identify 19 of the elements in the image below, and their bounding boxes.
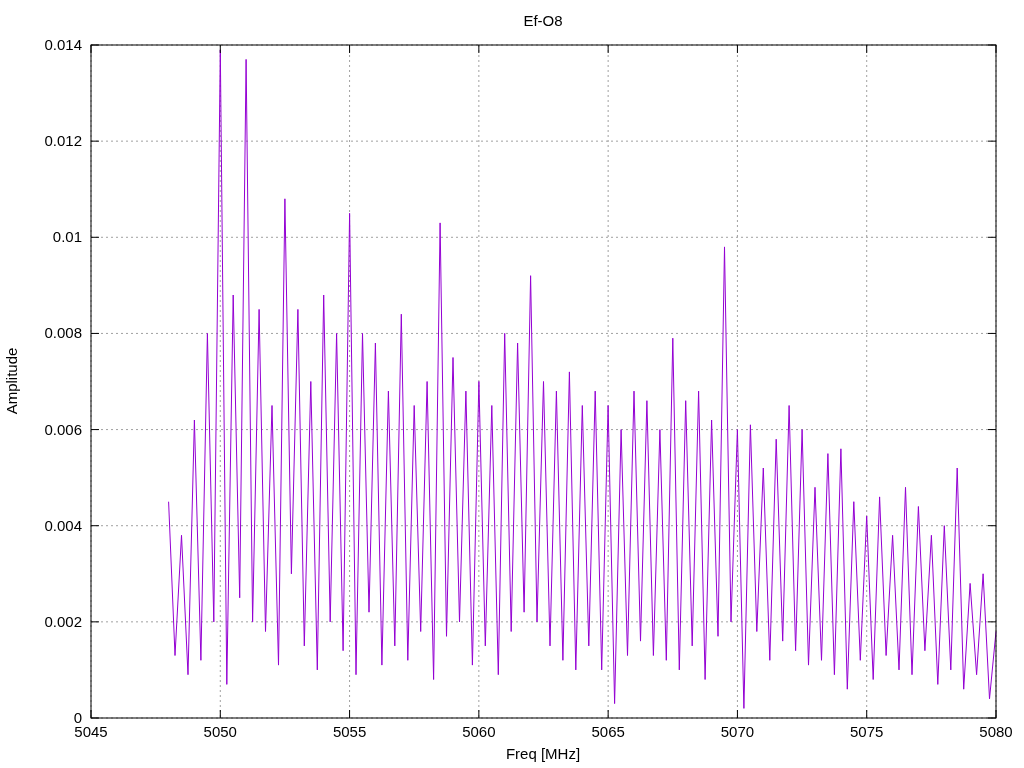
x-tick-label: 5060 bbox=[462, 723, 496, 740]
x-tick-label: 5050 bbox=[203, 723, 237, 740]
y-tick-label: 0.008 bbox=[44, 324, 82, 342]
y-tick-label: 0.01 bbox=[52, 228, 82, 246]
y-tick-label: 0 bbox=[73, 709, 82, 726]
y-tick-label: 0.012 bbox=[44, 132, 82, 150]
x-tick-label: 5080 bbox=[979, 723, 1013, 740]
y-tick-label: 0.004 bbox=[44, 516, 82, 534]
x-tick-label: 5070 bbox=[720, 723, 755, 740]
x-tick-label: 5055 bbox=[332, 723, 367, 740]
y-tick-label: 0.014 bbox=[44, 36, 82, 53]
y-axis-label: Amplitude bbox=[3, 347, 20, 415]
x-tick-label: 5045 bbox=[74, 723, 108, 740]
y-tick-label: 0.006 bbox=[44, 420, 82, 438]
chart-title: Ef-O8 bbox=[523, 12, 563, 29]
x-tick-label: 5065 bbox=[591, 723, 625, 740]
y-tick-label: 0.002 bbox=[44, 612, 82, 630]
x-tick-label: 5075 bbox=[850, 723, 884, 740]
x-axis-label: Freq [MHz] bbox=[505, 745, 581, 762]
